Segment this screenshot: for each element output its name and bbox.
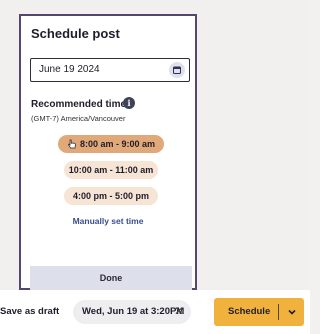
schedule-post-dialog: Schedule post June 19 2024 Recommended t… [19, 14, 197, 290]
time-slot-label: 4:00 pm - 5:00 pm [72, 191, 150, 201]
schedule-label: Schedule [228, 306, 271, 317]
done-button[interactable]: Done [30, 266, 192, 290]
date-value: June 19 2024 [39, 64, 100, 75]
scheduled-time-chip[interactable]: Wed, Jun 19 at 3:20PM ✕ [73, 300, 191, 324]
recommended-times-label: Recommended times [31, 99, 132, 110]
time-slot-label: 10:00 am - 11:00 am [68, 165, 154, 175]
button-divider [278, 304, 279, 320]
chevron-down-icon[interactable] [285, 305, 299, 319]
close-icon[interactable]: ✕ [174, 304, 184, 318]
schedule-button[interactable]: Schedule [214, 298, 304, 326]
calendar-icon [173, 66, 181, 74]
calendar-button[interactable] [169, 62, 185, 78]
timezone-label: (GMT-7) America/Vancouver [31, 114, 126, 123]
info-icon[interactable]: i [123, 97, 135, 109]
time-slot-selected[interactable]: 8:00 am - 9:00 am [58, 135, 164, 153]
hand-cursor-icon [68, 139, 76, 149]
footer-bar: Save as draft Wed, Jun 19 at 3:20PM ✕ Sc… [0, 290, 310, 334]
time-slot[interactable]: 4:00 pm - 5:00 pm [64, 187, 158, 205]
date-field[interactable]: June 19 2024 [30, 58, 190, 82]
save-as-draft-button[interactable]: Save as draft [0, 306, 59, 317]
dialog-title: Schedule post [31, 26, 120, 41]
time-slot-label: 8:00 am - 9:00 am [79, 139, 156, 149]
manually-set-time-link[interactable]: Manually set time [21, 216, 195, 226]
scheduled-time-text: Wed, Jun 19 at 3:20PM [82, 306, 185, 317]
time-slot[interactable]: 10:00 am - 11:00 am [64, 161, 158, 179]
